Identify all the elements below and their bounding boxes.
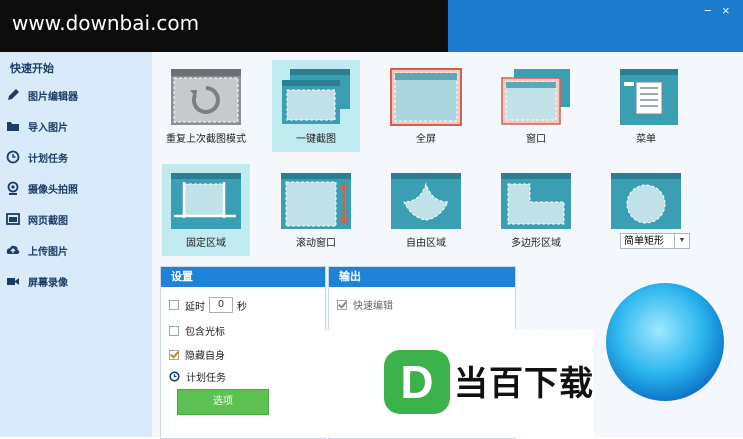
schedule-label: 计划任务	[186, 373, 226, 384]
mode-tile-menu[interactable]: 菜单	[602, 60, 690, 152]
mode-tile-scrolling[interactable]: 滚动窗口	[272, 164, 360, 256]
svg-text:D: D	[400, 356, 433, 408]
schedule-row[interactable]: 计划任务	[169, 369, 226, 384]
sidebar-item-import-image[interactable]: 导入图片	[6, 115, 146, 137]
mode-label: 固定区域	[186, 238, 226, 249]
window-capture-icon	[501, 69, 570, 125]
delay-input[interactable]: 0	[209, 297, 233, 313]
quick-edit-row: 快速编辑	[337, 297, 393, 312]
menu-capture-icon	[620, 69, 678, 125]
brand-logo-icon: D	[384, 350, 450, 414]
scrolling-window-icon	[281, 173, 351, 229]
sidebar-item-web-capture[interactable]: 网页截图	[6, 208, 146, 230]
mode-label: 滚动窗口	[296, 238, 336, 249]
globe-graphic	[606, 283, 724, 401]
folder-icon	[7, 122, 19, 131]
sidebar-item-webcam[interactable]: 摄像头拍照	[6, 177, 146, 199]
include-cursor-checkbox[interactable]	[169, 325, 179, 336]
mode-tile-polygon[interactable]: 多边形区域	[492, 164, 580, 256]
mode-tile-one-click[interactable]: 一键截图	[272, 60, 360, 152]
shape-region-icon	[611, 173, 681, 229]
sidebar-item-label: 导入图片	[28, 122, 68, 134]
sidebar-item-label: 摄像头拍照	[28, 184, 78, 196]
webpage-icon	[6, 213, 20, 225]
shape-select[interactable]: 简单矩形 ▼	[620, 233, 690, 249]
mode-tile-window[interactable]: 窗口	[492, 60, 580, 152]
cloud-upload-icon	[6, 245, 20, 254]
sidebar-item-upload[interactable]: 上传图片	[6, 239, 146, 261]
sidebar-item-label: 图片编辑器	[28, 91, 78, 103]
hide-self-label: 隐藏自身	[185, 351, 225, 362]
quick-edit-checkbox[interactable]	[337, 299, 347, 310]
mode-label: 全屏	[416, 134, 436, 145]
webcam-icon	[7, 181, 19, 195]
sidebar-item-screen-record[interactable]: 屏幕录像	[6, 270, 146, 292]
delay-label: 延时	[185, 301, 205, 313]
mode-tile-fullscreen[interactable]: 全屏	[382, 60, 470, 152]
brand-name: 当百下载	[454, 364, 594, 404]
delay-unit: 秒	[237, 301, 247, 313]
sidebar-item-label: 上传图片	[28, 246, 68, 258]
mode-label: 自由区域	[406, 238, 446, 249]
shape-select-value: 简单矩形	[624, 236, 664, 247]
include-cursor-row: 包含光标	[169, 323, 225, 338]
mode-label: 菜单	[636, 134, 656, 145]
fixed-region-icon	[171, 173, 241, 229]
sidebar-item-image-editor[interactable]: 图片编辑器	[6, 84, 146, 106]
pencil-icon	[8, 89, 19, 100]
mode-label: 一键截图	[296, 134, 336, 145]
hide-self-checkbox[interactable]	[169, 349, 179, 360]
options-button[interactable]: 选项	[177, 389, 269, 415]
quick-edit-label: 快速编辑	[353, 301, 393, 312]
mode-tile-freehand[interactable]: 自由区域	[382, 164, 470, 256]
fullscreen-capture-icon	[390, 68, 462, 126]
mode-label: 窗口	[526, 134, 546, 145]
sidebar-item-scheduled-task[interactable]: 计划任务	[6, 146, 146, 168]
freehand-region-icon	[391, 173, 461, 229]
sidebar-item-label: 网页截图	[28, 215, 68, 227]
sidebar-item-label: 屏幕录像	[28, 277, 68, 289]
minimize-button[interactable]: −	[704, 4, 712, 18]
delay-row: 延时 0 秒	[169, 297, 247, 313]
mode-label: 多边形区域	[511, 238, 561, 249]
output-title: 输出	[329, 267, 515, 287]
mode-label: 重复上次截图模式	[166, 134, 246, 145]
clock-icon	[169, 371, 180, 382]
hide-self-row: 隐藏自身	[169, 347, 225, 362]
clock-icon	[6, 150, 20, 164]
settings-title: 设置	[161, 267, 325, 287]
sidebar-heading: 快速开始	[10, 63, 54, 75]
mode-tile-repeat-last[interactable]: 重复上次截图模式	[162, 60, 250, 152]
repeat-capture-icon	[171, 69, 241, 125]
brand-overlay: D 当百下载	[302, 330, 594, 437]
sidebar: 快速开始 图片编辑器 导入图片 计划任务 摄像头拍照 网页截图 上传图片 屏幕录…	[0, 52, 153, 437]
mode-tile-fixed-region[interactable]: 固定区域	[162, 164, 250, 256]
close-button[interactable]: ×	[722, 4, 730, 18]
video-camera-icon	[7, 278, 19, 285]
delay-checkbox[interactable]	[169, 300, 179, 310]
polygon-region-icon	[501, 173, 571, 229]
one-click-capture-icon	[282, 69, 350, 124]
include-cursor-label: 包含光标	[185, 327, 225, 338]
watermark-banner: www.downbai.com	[0, 0, 448, 52]
chevron-down-icon: ▼	[674, 234, 689, 248]
sidebar-item-label: 计划任务	[28, 153, 68, 165]
